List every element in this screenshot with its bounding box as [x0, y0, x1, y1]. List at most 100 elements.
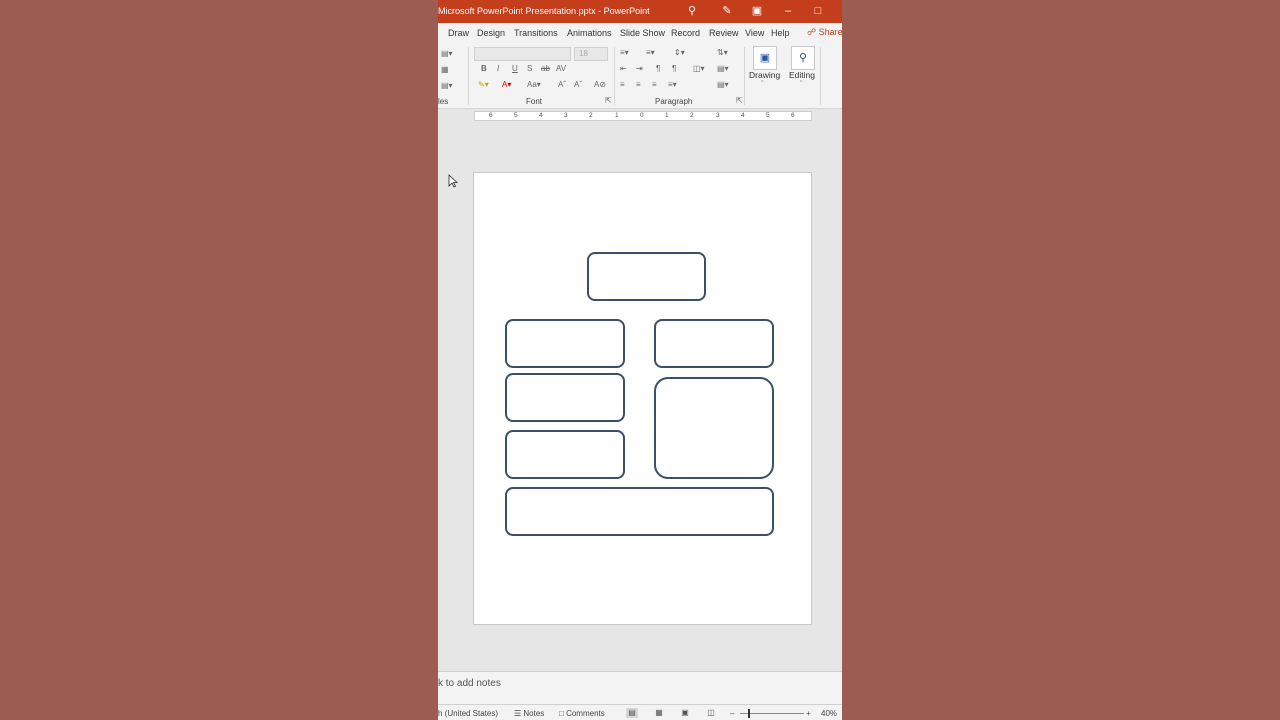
text-direction-icon[interactable]: ⇅▾ [717, 48, 728, 58]
zoom-level[interactable]: 40% [821, 709, 837, 718]
tab-help[interactable]: Help [771, 28, 790, 38]
align-center-icon[interactable]: ≡ [636, 80, 641, 90]
tab-design[interactable]: Design [477, 28, 505, 38]
drawing-dropdown-icon[interactable]: ˇ [761, 81, 763, 88]
font-group-label: Font [526, 97, 543, 106]
zoom-out-icon[interactable]: – [730, 709, 734, 718]
horizontal-ruler: 6 5 4 3 2 1 0 1 2 3 4 5 6 [474, 111, 812, 121]
ltr-icon[interactable]: ¶ [656, 64, 660, 74]
font-color-icon[interactable]: A▾ [502, 80, 511, 90]
ruler-tick: 5 [514, 112, 518, 119]
zoom-in-icon[interactable]: + [806, 709, 811, 718]
pen-icon[interactable]: ✎ [720, 4, 734, 18]
ruler-tick: 4 [539, 112, 543, 119]
drawing-label[interactable]: Drawing [749, 70, 780, 80]
share-button[interactable]: ☍ Share [807, 27, 842, 38]
shadow-button[interactable]: S [527, 64, 532, 74]
notes-button[interactable]: ☰ Notes [514, 709, 544, 718]
bold-button[interactable]: B [481, 64, 487, 74]
increase-indent-icon[interactable]: ⇥ [636, 64, 643, 74]
reading-view-icon[interactable]: ▣ [679, 708, 691, 718]
tab-review[interactable]: Review [709, 28, 739, 38]
clear-formatting-icon[interactable]: A⊘ [594, 80, 606, 90]
tab-record[interactable]: Record [671, 28, 700, 38]
line-spacing-icon[interactable]: ⇕▾ [674, 48, 685, 58]
rtl-icon[interactable]: ¶ [672, 64, 676, 74]
ribbon-tabs: Draw Design Transitions Animations Slide… [438, 23, 842, 43]
tab-transitions[interactable]: Transitions [514, 28, 558, 38]
slides-group-label: les [438, 97, 449, 106]
title-bar: Microsoft PowerPoint Presentation.pptx -… [438, 0, 842, 23]
section-icon[interactable]: ▤▾ [441, 81, 453, 91]
rounded-rectangle-top[interactable] [587, 252, 706, 301]
layout-icon[interactable]: ▤▾ [441, 49, 453, 59]
ruler-tick: 4 [741, 112, 745, 119]
reset-icon[interactable]: ▦ [441, 65, 449, 75]
align-right-icon[interactable]: ≡ [652, 80, 657, 90]
group-separator [820, 47, 821, 105]
rounded-rectangle-right-tall[interactable] [654, 377, 774, 479]
search-icon[interactable]: ⚲ [685, 4, 699, 18]
editing-label[interactable]: Editing [789, 70, 815, 80]
tab-slide-show[interactable]: Slide Show [620, 28, 665, 38]
character-spacing-button[interactable]: AV [556, 64, 566, 74]
editing-dropdown-icon[interactable]: ˇ [800, 81, 802, 88]
maximize-icon[interactable]: □ [811, 4, 825, 18]
rounded-rectangle-left-1[interactable] [505, 319, 625, 368]
ribbon-display-icon[interactable]: ▣ [750, 4, 764, 18]
shrink-font-icon[interactable]: Aˇ [574, 80, 582, 90]
align-left-icon[interactable]: ≡ [620, 80, 625, 90]
minimize-icon[interactable]: – [781, 4, 795, 18]
window-title: Microsoft PowerPoint Presentation.pptx -… [438, 6, 650, 16]
justify-icon[interactable]: ≡▾ [668, 80, 677, 90]
ruler-tick: 2 [589, 112, 593, 119]
slide-canvas[interactable] [473, 172, 812, 625]
change-case-icon[interactable]: Aa▾ [527, 80, 541, 90]
align-text-icon[interactable]: ▤▾ [717, 64, 729, 74]
ruler-tick: 5 [766, 112, 770, 119]
rounded-rectangle-left-2[interactable] [505, 373, 625, 422]
ruler-tick: 2 [690, 112, 694, 119]
smartart-icon[interactable]: ▤▾ [717, 80, 729, 90]
grow-font-icon[interactable]: Aˆ [558, 80, 566, 90]
slide-show-icon[interactable]: ◫ [705, 708, 717, 718]
comments-button[interactable]: □ Comments [559, 709, 605, 718]
rounded-rectangle-bottom-wide[interactable] [505, 487, 774, 536]
tab-animations[interactable]: Animations [567, 28, 612, 38]
drawing-icon[interactable]: ▣ [753, 46, 777, 70]
decrease-indent-icon[interactable]: ⇤ [620, 64, 627, 74]
rounded-rectangle-left-3[interactable] [505, 430, 625, 479]
notes-label: Notes [523, 709, 545, 718]
find-icon[interactable]: ⚲ [791, 46, 815, 70]
tab-view[interactable]: View [745, 28, 764, 38]
ruler-tick: 3 [564, 112, 568, 119]
font-dialog-launcher-icon[interactable]: ⇱ [605, 96, 612, 106]
tab-draw[interactable]: Draw [448, 28, 469, 38]
comments-label: Comments [566, 709, 605, 718]
strikethrough-button[interactable]: ab [541, 64, 550, 74]
notes-placeholder[interactable]: k to add notes [438, 678, 501, 689]
font-size-box[interactable]: 18 [574, 47, 608, 61]
slide-sorter-icon[interactable]: ▦ [653, 708, 665, 718]
underline-button[interactable]: U [512, 64, 518, 74]
language-status[interactable]: h (United States) [438, 709, 498, 718]
mouse-pointer-icon [448, 174, 458, 188]
bullets-icon[interactable]: ≡▾ [620, 48, 629, 58]
normal-view-icon[interactable]: ▤ [626, 708, 638, 718]
paragraph-dialog-launcher-icon[interactable]: ⇱ [736, 96, 743, 106]
rounded-rectangle-right-1[interactable] [654, 319, 774, 368]
notes-pane[interactable]: k to add notes [438, 671, 842, 705]
font-name-box[interactable] [474, 47, 571, 61]
columns-icon[interactable]: ◫▾ [693, 64, 705, 74]
zoom-slider-thumb[interactable] [748, 709, 750, 718]
numbering-icon[interactable]: ≡▾ [646, 48, 655, 58]
highlight-icon[interactable]: ✎▾ [478, 80, 489, 90]
group-separator [744, 47, 745, 105]
group-separator [468, 47, 469, 105]
ruler-tick: 1 [665, 112, 669, 119]
powerpoint-window: Microsoft PowerPoint Presentation.pptx -… [438, 0, 842, 720]
italic-button[interactable]: I [497, 64, 499, 74]
share-icon: ☍ [807, 27, 819, 37]
ruler-tick: 1 [615, 112, 619, 119]
ruler-tick: 6 [791, 112, 795, 119]
